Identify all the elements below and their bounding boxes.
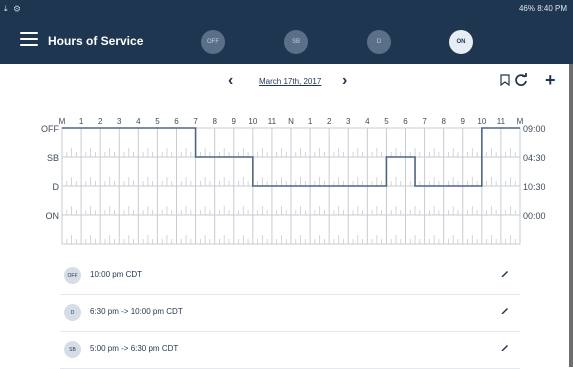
hour-tick-label: 4 [365,117,370,126]
list-item[interactable]: D 6:30 pm -> 10:00 pm CDT [60,295,520,332]
hour-tick-label: 5 [384,117,389,126]
status-row-label: OFF [41,124,59,134]
log-time: 5:00 pm -> 6:30 pm CDT [90,344,179,353]
hour-tick-label: 5 [155,117,160,126]
hour-tick-label: 7 [422,117,427,126]
status-off-button[interactable]: OFF [201,30,225,54]
status-badge: D [64,304,81,321]
hour-tick-label: 8 [212,117,217,126]
hour-tick-label: M [59,117,66,126]
status-total: 00:00 [523,211,546,221]
hour-tick-label: 9 [461,117,466,126]
date-navigation: ‹ March 17th, 2017 › + [0,64,573,100]
status-badge: SB [64,341,81,358]
hour-tick-label: 3 [346,117,351,126]
hour-tick-label: 11 [497,117,506,126]
scrollbar[interactable] [569,64,573,367]
hos-log-graph: M 1 2 3 4 5 6 7 8 9 10 11 N 1 2 3 4 5 6 7 8 9 10 11 MOFF 09:00SB 0… [41,117,546,245]
status-sb-button[interactable]: SB [284,30,308,54]
hour-tick-label: 9 [232,117,237,126]
hour-tick-label: 6 [174,117,179,126]
status-total: 09:00 [523,124,546,134]
hour-tick-label: 6 [403,117,408,126]
status-badge: OFF [64,267,81,284]
hour-tick-label: 1 [308,117,313,126]
app-header: Hours of Service OFF SB D ON [0,18,573,64]
hour-tick-label: 2 [98,117,103,126]
log-time: 10:00 pm CDT [90,270,143,279]
status-on-button[interactable]: ON [449,30,473,54]
menu-icon[interactable] [20,32,38,46]
hour-tick-label: N [288,117,294,126]
hour-tick-label: 4 [136,117,141,126]
previous-day-button[interactable]: ‹ [228,72,233,90]
hour-tick-label: 2 [327,117,332,126]
bookmark-icon[interactable] [500,74,510,86]
hour-tick-label: 1 [79,117,84,126]
add-event-button[interactable]: + [545,70,556,91]
hour-tick-label: 10 [477,117,486,126]
hour-tick-label: 11 [268,117,277,126]
list-item[interactable]: OFF 10:00 pm CDT [60,258,520,295]
page-title: Hours of Service [48,34,144,48]
status-total: 10:30 [523,182,546,192]
hour-tick-label: 7 [193,117,198,126]
battery-time: 46% 8:40 PM [518,4,567,13]
notification-icons: ⤓ ⚙ [4,4,23,13]
status-d-button[interactable]: D [367,30,391,54]
status-row-label: D [53,182,60,192]
log-time: 6:30 pm -> 10:00 pm CDT [90,307,183,316]
hour-tick-label: 8 [441,117,446,126]
edit-icon[interactable] [500,268,510,278]
edit-icon[interactable] [500,342,510,352]
list-item[interactable]: SB 5:00 pm -> 6:30 pm CDT [60,332,520,369]
hour-tick-label: 10 [248,117,257,126]
status-row-label: SB [47,153,59,163]
next-day-button[interactable]: › [342,72,347,90]
hour-tick-label: 3 [117,117,122,126]
refresh-icon[interactable] [514,73,528,87]
system-status-bar: ⤓ ⚙ 46% 8:40 PM [0,0,573,18]
status-total: 04:30 [523,153,546,163]
status-row-label: ON [46,211,60,221]
edit-icon[interactable] [500,305,510,315]
date-selector[interactable]: March 17th, 2017 [259,77,321,86]
